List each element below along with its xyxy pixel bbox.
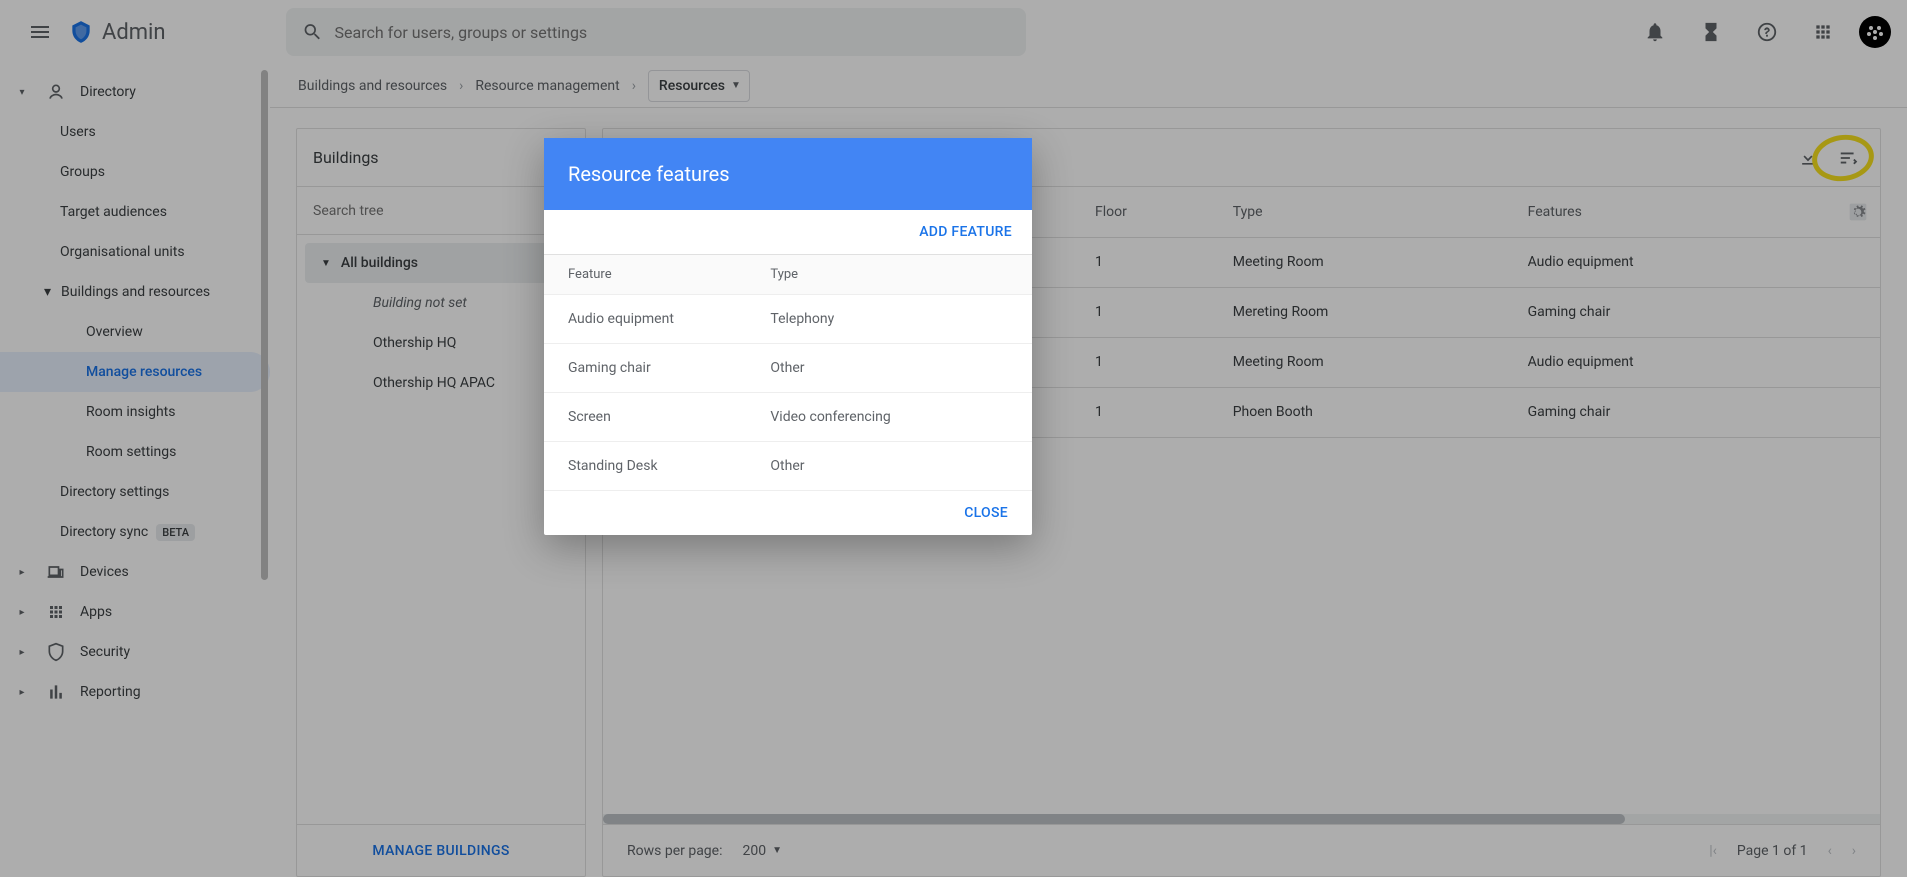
close-button[interactable]: CLOSE bbox=[964, 505, 1008, 521]
add-feature-button[interactable]: ADD FEATURE bbox=[919, 224, 1012, 240]
dialog-table-header: Feature Type bbox=[544, 255, 1032, 295]
dialog-col-type: Type bbox=[770, 267, 1008, 282]
dialog-col-feature: Feature bbox=[568, 267, 770, 282]
dialog-row[interactable]: Standing DeskOther bbox=[544, 442, 1032, 491]
resource-features-dialog: Resource features ADD FEATURE Feature Ty… bbox=[544, 138, 1032, 535]
dialog-row[interactable]: Gaming chairOther bbox=[544, 344, 1032, 393]
dialog-title: Resource features bbox=[544, 138, 1032, 210]
dialog-row[interactable]: Audio equipmentTelephony bbox=[544, 295, 1032, 344]
dialog-row[interactable]: ScreenVideo conferencing bbox=[544, 393, 1032, 442]
